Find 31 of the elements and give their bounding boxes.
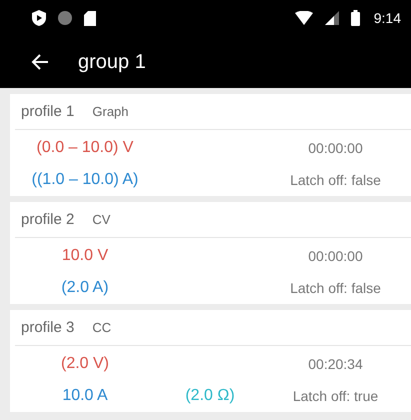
profile-card[interactable]: profile 1 Graph (0.0 – 10.0) V 00:00:00 ((1.0 – 10.0) A) Latch off: false [10,94,411,196]
back-arrow-icon[interactable] [31,53,49,71]
voltage-value: 10.0 V [62,247,108,265]
profile-mode: CC [92,320,112,335]
latch-status: Latch off: false [290,280,381,296]
current-value: ((1.0 – 10.0) A) [32,171,138,189]
profile-mode: Graph [92,104,129,119]
profile-name: profile 1 [21,103,74,120]
battery-icon [350,10,360,26]
voltage-value: (0.0 – 10.0) V [36,139,134,157]
profile-card[interactable]: profile 3 CC (2.0 V) 00:20:34 10.0 A (2.0 Ω) Latch off: true [10,310,411,412]
dot-icon [58,11,72,25]
voltage-value: (2.0 V) [60,355,109,373]
resistance-value: (2.0 Ω) [185,387,235,405]
profile-name: profile 2 [21,211,74,228]
latch-status: Latch off: true [292,388,378,404]
duration: 00:20:34 [308,356,363,372]
screen-title: group 1 [78,50,146,74]
sd-card-icon [84,10,96,26]
clock: 9:14 [374,10,401,26]
duration: 00:00:00 [308,248,363,264]
latch-status: Latch off: false [290,172,381,188]
profile-mode: CV [92,212,110,227]
profile-name: profile 3 [21,319,74,336]
wifi-icon [294,11,313,25]
duration: 00:00:00 [308,140,363,156]
current-value: 10.0 A [62,387,108,405]
signal-icon [324,11,339,25]
shield-icon [32,10,46,26]
current-value: (2.0 A) [61,279,109,297]
profile-card[interactable]: profile 2 CV 10.0 V 00:00:00 (2.0 A) Latch off: false [10,202,411,304]
